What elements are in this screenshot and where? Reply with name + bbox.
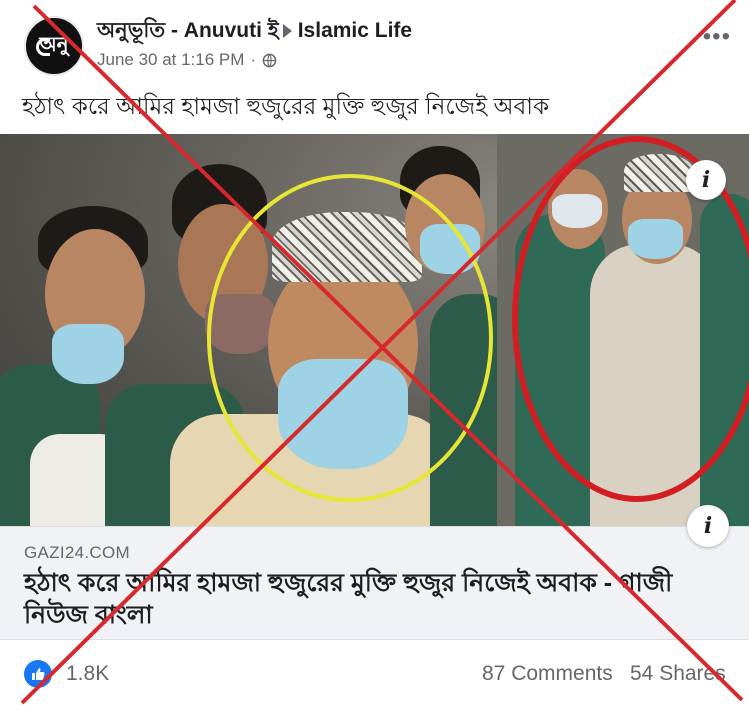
group-name-link[interactable]: Islamic Life — [298, 19, 412, 43]
photo-info-icon[interactable]: i — [686, 160, 726, 200]
link-preview[interactable]: i GAZI24.COM হঠাৎ করে আমির হামজা হুজুরের… — [0, 505, 749, 640]
post-timestamp[interactable]: June 30 at 1:16 PM — [97, 50, 244, 70]
facebook-post: অনু অনুভূতি - Anuvuti ই Islamic Life Jun… — [0, 0, 749, 705]
link-info-icon[interactable]: i — [687, 505, 729, 547]
post-footer: 1.8K 87 Comments 54 Shares — [0, 640, 749, 705]
yellow-highlight-circle — [207, 174, 493, 502]
avatar-logo-mark — [36, 38, 50, 56]
post-photo[interactable]: i — [0, 134, 749, 526]
page-name-link[interactable]: অনুভূতি - Anuvuti ই — [97, 14, 279, 49]
comments-count[interactable]: 87 Comments — [482, 662, 613, 686]
post-text: হঠাৎ করে আমির হামজা হুজুরের মুক্তি হুজুর… — [22, 93, 550, 119]
author-line: অনুভূতি - Anuvuti ই Islamic Life — [97, 16, 412, 46]
link-domain: GAZI24.COM — [24, 543, 130, 562]
reactions-count[interactable]: 1.8K — [66, 662, 109, 686]
arrow-right-icon — [282, 24, 292, 38]
photo-mask-1 — [52, 324, 124, 384]
meta-separator: · — [250, 50, 257, 69]
like-reaction-icon[interactable] — [24, 660, 52, 688]
link-title[interactable]: হঠাৎ করে আমির হামজা হুজুরের মুক্তি হুজুর… — [24, 567, 684, 631]
post-meta: June 30 at 1:16 PM · — [97, 50, 277, 70]
globe-icon[interactable] — [262, 53, 277, 68]
more-horizontal-icon[interactable]: ••• — [703, 25, 731, 49]
thumbs-up-icon — [32, 668, 45, 680]
post-header: অনু অনুভূতি - Anuvuti ই Islamic Life Jun… — [0, 0, 749, 80]
page-avatar[interactable]: অনু — [24, 16, 84, 76]
shares-count[interactable]: 54 Shares — [630, 662, 726, 686]
